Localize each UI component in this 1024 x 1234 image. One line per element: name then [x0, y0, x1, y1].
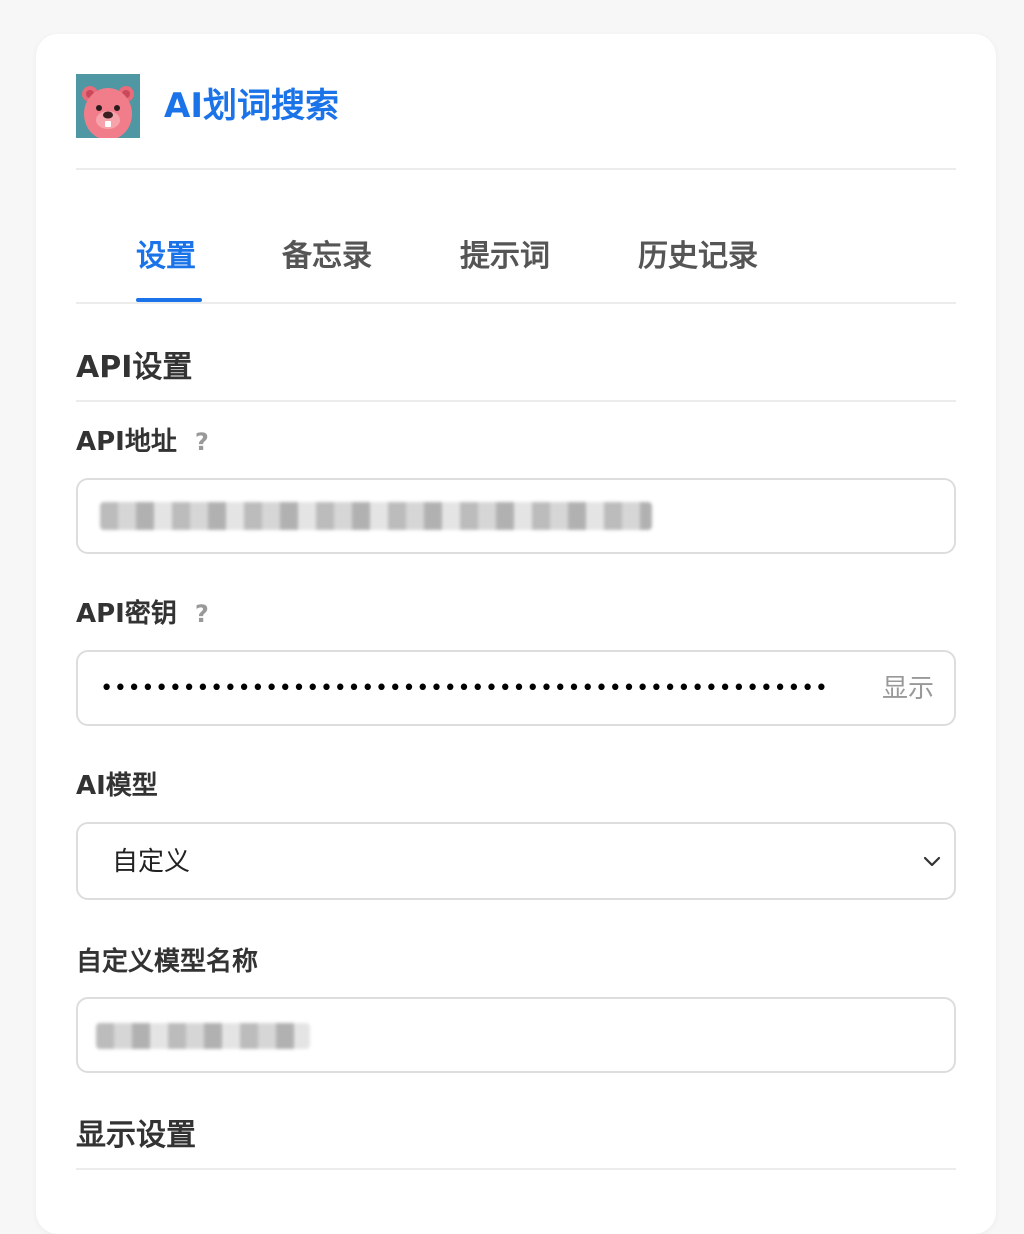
api-url-input[interactable]	[76, 478, 956, 554]
api-key-label: API密钥?	[76, 596, 209, 632]
settings-card: AI划词搜索 设置 备忘录 提示词 历史记录 API设置 API地址? API密…	[36, 34, 996, 1234]
api-section-title: API设置	[76, 350, 193, 385]
chevron-down-icon	[923, 856, 941, 867]
help-icon[interactable]: ?	[195, 596, 209, 632]
beaver-logo	[76, 74, 140, 138]
display-section-title: 显示设置	[76, 1118, 196, 1153]
ai-model-selected-value: 自定义	[112, 847, 191, 877]
tab-settings[interactable]: 设置	[136, 236, 196, 278]
custom-model-label: 自定义模型名称	[76, 947, 259, 977]
custom-model-input[interactable]	[76, 997, 956, 1073]
section-divider	[76, 1168, 956, 1170]
api-url-label-text: API地址	[76, 427, 177, 457]
redacted-text	[96, 1023, 310, 1049]
api-url-label: API地址?	[76, 424, 209, 460]
tab-prompts[interactable]: 提示词	[460, 236, 550, 278]
api-key-label-text: API密钥	[76, 599, 177, 629]
redacted-text	[100, 502, 652, 530]
masked-key-value: ••••••••••••••••••••••••••••••••••••••••…	[100, 676, 829, 701]
app-header: AI划词搜索	[76, 74, 956, 170]
tab-bar: 设置 备忘录 提示词 历史记录	[76, 224, 956, 304]
tab-history[interactable]: 历史记录	[638, 236, 758, 278]
help-icon[interactable]: ?	[195, 424, 209, 460]
app-title: AI划词搜索	[164, 86, 339, 126]
api-key-input[interactable]: ••••••••••••••••••••••••••••••••••••••••…	[76, 650, 956, 726]
tab-memo[interactable]: 备忘录	[282, 236, 372, 278]
ai-model-select[interactable]: 自定义	[76, 822, 956, 900]
show-key-button[interactable]: 显示	[882, 670, 934, 708]
ai-model-label: AI模型	[76, 771, 158, 801]
section-divider	[76, 400, 956, 402]
active-tab-indicator	[136, 298, 202, 302]
